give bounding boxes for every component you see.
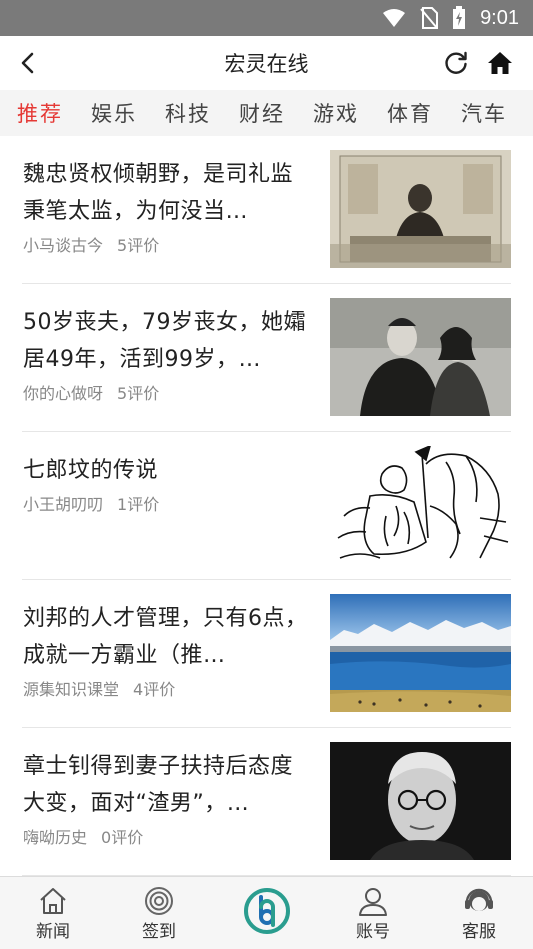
home-icon[interactable] [486,49,514,77]
news-comment-count: 5评价 [117,236,160,255]
news-thumbnail [330,742,511,860]
news-headline: 七郎坟的传说 [23,458,159,483]
news-meta: 小马谈古今 5评价 [23,232,313,256]
news-item[interactable]: 刘邦的人才管理，只有6点，成就一方霸业（推… 源集知识课堂 4评价 [22,580,511,728]
bottom-nav: 新闻 签到 账号 客服 [0,876,533,949]
news-item-text: 魏忠贤权倾朝野，是司礼监秉笔太监，为何没当… 小马谈古今 5评价 [23,156,313,256]
news-meta: 源集知识课堂 4评价 [23,676,313,700]
tab-finance[interactable]: 财经 [239,98,285,128]
news-item-text: 刘邦的人才管理，只有6点，成就一方霸业（推… 源集知识课堂 4评价 [23,600,313,700]
tab-recommend[interactable]: 推荐 [17,98,63,128]
refresh-icon[interactable] [442,49,470,77]
news-headline: 章士钊得到妻子扶持后态度大变，面对“渣男”，… [23,754,294,816]
news-item-text: 七郎坟的传说 小王胡叨叨 1评价 [23,452,313,515]
news-item-text: 50岁丧夫，79岁丧女，她孀居49年，活到99岁，… 你的心做呀 5评价 [23,304,313,404]
target-icon [145,887,173,915]
nav-news-label: 新闻 [36,922,70,942]
app-header: 宏灵在线 [0,36,533,90]
news-thumbnail [330,594,511,712]
news-thumbnail [330,150,511,268]
news-headline: 刘邦的人才管理，只有6点，成就一方霸业（推… [23,606,308,668]
news-headline: 魏忠贤权倾朝野，是司礼监秉笔太监，为何没当… [23,162,294,224]
tab-auto[interactable]: 汽车 [461,98,507,128]
nav-service-label: 客服 [462,922,496,942]
nav-account[interactable]: 账号 [338,885,408,942]
news-comment-count: 0评价 [101,828,144,847]
news-item[interactable]: 七郎坟的传说 小王胡叨叨 1评价 [22,432,511,580]
clock: 9:01 [480,6,519,29]
tab-tech[interactable]: 科技 [165,98,211,128]
news-source: 你的心做呀 [23,384,104,403]
news-source: 小马谈古今 [23,236,104,255]
status-bar: 9:01 [0,0,533,36]
chevron-left-icon[interactable] [14,49,42,77]
news-item[interactable]: 50岁丧夫，79岁丧女，她孀居49年，活到99岁，… 你的心做呀 5评价 [22,284,511,432]
news-thumbnail [330,446,511,564]
app-logo-icon[interactable] [243,887,291,935]
news-item-text: 章士钊得到妻子扶持后态度大变，面对“渣男”，… 嗨呦历史 0评价 [23,748,313,848]
news-source: 嗨呦历史 [23,828,88,847]
news-meta: 嗨呦历史 0评价 [23,824,313,848]
house-icon [40,888,66,914]
wifi-icon [383,9,406,27]
user-icon [359,888,387,916]
news-comment-count: 1评价 [117,495,160,514]
tab-entertainment[interactable]: 娱乐 [91,98,137,128]
news-meta: 小王胡叨叨 1评价 [23,491,313,515]
news-meta: 你的心做呀 5评价 [23,380,313,404]
nav-checkin[interactable]: 签到 [124,885,194,942]
nav-account-label: 账号 [356,922,390,942]
tab-games[interactable]: 游戏 [313,98,359,128]
category-tabs: 推荐 娱乐 科技 财经 游戏 体育 汽车 [0,90,533,136]
news-headline: 50岁丧夫，79岁丧女，她孀居49年，活到99岁，… [23,310,306,372]
nav-checkin-label: 签到 [142,922,176,942]
news-comment-count: 4评价 [133,680,176,699]
news-item[interactable]: 章士钊得到妻子扶持后态度大变，面对“渣男”，… 嗨呦历史 0评价 [22,728,511,876]
news-thumbnail [330,298,511,416]
news-item[interactable]: 魏忠贤权倾朝野，是司礼监秉笔太监，为何没当… 小马谈古今 5评价 [22,136,511,284]
battery-charging-icon [453,6,466,29]
headset-icon [465,888,493,911]
page-title: 宏灵在线 [224,52,309,76]
nav-service[interactable]: 客服 [444,885,514,942]
news-source: 源集知识课堂 [23,680,120,699]
news-comment-count: 5评价 [117,384,160,403]
no-sim-icon [420,7,439,29]
news-source: 小王胡叨叨 [23,495,104,514]
tab-sports[interactable]: 体育 [387,98,433,128]
nav-news[interactable]: 新闻 [18,885,88,942]
news-feed: 魏忠贤权倾朝野，是司礼监秉笔太监，为何没当… 小马谈古今 5评价 50岁丧夫，79… [0,136,533,876]
